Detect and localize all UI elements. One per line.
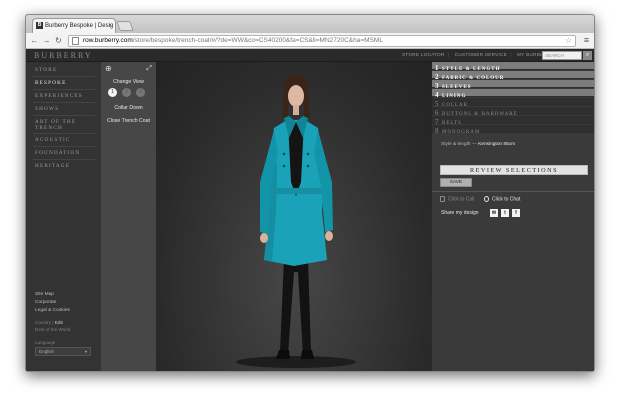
click-to-call-link[interactable]: Click to Call xyxy=(440,196,474,202)
nav-item-heritage[interactable]: HERITAGE xyxy=(35,163,70,169)
browser-window: B Burberry Bespoke | Desig × ← → ↻ row.bu… xyxy=(25,14,595,372)
language-value: English xyxy=(39,349,55,354)
fullscreen-icon[interactable]: ⤢ xyxy=(146,65,152,73)
view-panel: ⊕ ⤢ Change View 1 2 3 Collar Down Close … xyxy=(101,62,156,371)
chat-icon xyxy=(484,196,489,202)
tab-title: Burberry Bespoke | Desig xyxy=(45,23,114,29)
nav-item-store[interactable]: STORE xyxy=(35,67,57,73)
page-icon xyxy=(72,37,79,45)
search-input[interactable]: SEARCH xyxy=(542,51,582,60)
tab-close-icon[interactable]: × xyxy=(108,19,112,33)
step-collar[interactable]: 5 COLLAR xyxy=(432,98,594,108)
click-to-call-label: Click to Call xyxy=(448,196,475,203)
nav-item-experiences[interactable]: EXPERIENCES xyxy=(35,93,83,99)
nav-item-art-of-the-trench[interactable]: ART OF THE TRENCH xyxy=(35,119,76,131)
divider xyxy=(432,191,594,192)
left-navigation: STORE BESPOKE EXPERIENCES SHOWS ART OF T… xyxy=(26,62,101,371)
nav-item-acoustic[interactable]: ACOUSTIC xyxy=(35,137,71,143)
step-style-length[interactable]: 1 STYLE & LENGTH xyxy=(432,62,594,72)
burberry-logo[interactable]: BURBERRY xyxy=(34,51,93,60)
browser-tab[interactable]: B Burberry Bespoke | Desig × xyxy=(32,18,116,33)
nav-item-foundation[interactable]: FOUNDATION xyxy=(35,150,80,156)
nav-divider xyxy=(33,89,95,90)
site-header: BURBERRY STORE LOCATOR | CUSTOMER SERVICE… xyxy=(26,49,594,62)
configurator-panel: 1 STYLE & LENGTH 2 FABRIC & COLOUR 3 SLEEVE… xyxy=(432,62,594,371)
selection-summary: Style & length — Kensington 85cm xyxy=(441,142,515,147)
step-sleeves[interactable]: 3 SLEEVES xyxy=(432,80,594,90)
view-dot-2[interactable]: 2 xyxy=(122,88,131,97)
country-edit-link[interactable]: Edit xyxy=(55,320,63,325)
legal-cookies-link[interactable]: Legal & Cookies xyxy=(35,308,70,313)
summary-value: Kensington 85cm xyxy=(478,142,516,147)
reload-icon[interactable]: ↻ xyxy=(53,35,64,46)
step-lining[interactable]: 4 LINING xyxy=(432,89,594,99)
step-number: 8 xyxy=(435,127,440,135)
nav-divider xyxy=(33,76,95,77)
chevron-down-icon: ▾ xyxy=(84,349,87,354)
step-monogram[interactable]: 8 MONOGRAM xyxy=(432,125,594,135)
zoom-in-icon[interactable]: ⊕ xyxy=(105,65,112,73)
menu-icon[interactable]: ≡ xyxy=(581,35,592,46)
language-select[interactable]: English ▾ xyxy=(35,347,91,356)
model-trench-coat-image xyxy=(236,74,356,368)
search-icon[interactable]: ⌕ xyxy=(583,51,592,60)
view-dot-1[interactable]: 1 xyxy=(108,88,117,97)
country-label: Country xyxy=(35,320,52,325)
email-icon[interactable]: ✉ xyxy=(490,209,498,217)
language-label: Language xyxy=(35,340,56,345)
nav-item-shows[interactable]: SHOWS xyxy=(35,106,59,112)
share-label: Share my design xyxy=(441,210,479,216)
burberry-favicon-icon: B xyxy=(36,21,43,29)
twitter-icon[interactable]: t xyxy=(501,209,509,217)
browser-toolbar: ← → ↻ row.burberry.com/store/bespoke/tre… xyxy=(26,33,594,49)
review-selections-button[interactable]: REVIEW SELECTIONS xyxy=(440,165,588,175)
customer-service-link[interactable]: CUSTOMER SERVICE xyxy=(455,52,507,57)
address-bar[interactable]: row.burberry.com/store/bespoke/trench-co… xyxy=(68,35,576,47)
save-button[interactable]: SAVE xyxy=(440,178,472,187)
phone-icon xyxy=(440,196,445,202)
tab-strip: B Burberry Bespoke | Desig × xyxy=(26,15,594,33)
country-value: Rest of the World xyxy=(35,327,71,332)
nav-divider xyxy=(33,159,95,160)
summary-label: Style & length xyxy=(441,142,471,147)
new-tab-button[interactable] xyxy=(116,21,134,31)
nav-divider xyxy=(33,102,95,103)
header-links: STORE LOCATOR | CUSTOMER SERVICE | MY BURB… xyxy=(398,52,554,57)
nav-divider xyxy=(33,115,95,116)
nav-item-bespoke[interactable]: BESPOKE xyxy=(35,80,66,86)
header-separator: | xyxy=(510,52,512,57)
change-view-title: Change View xyxy=(113,79,144,85)
country-row: Country | Edit xyxy=(35,320,63,325)
facebook-icon[interactable]: f xyxy=(512,209,520,217)
product-stage xyxy=(156,62,432,371)
store-locator-link[interactable]: STORE LOCATOR xyxy=(402,52,445,57)
step-belts[interactable]: 7 BELTS xyxy=(432,116,594,126)
site-map-link[interactable]: Site Map xyxy=(35,292,54,297)
close-trench-coat-link[interactable]: Close Trench Coat xyxy=(101,118,156,124)
view-dot-3[interactable]: 3 xyxy=(136,88,145,97)
step-label: MONOGRAM xyxy=(442,130,481,135)
back-arrow-icon[interactable]: ← xyxy=(29,35,40,46)
step-buttons-hardware[interactable]: 6 BUTTONS & HARDWARE xyxy=(432,107,594,117)
click-to-chat-label: Click to Chat xyxy=(492,196,521,203)
header-separator: | xyxy=(447,52,450,57)
corporate-link[interactable]: Corporate xyxy=(35,300,56,305)
url-path: /store/bespoke/trench-coat/#/?de=WW&co=C… xyxy=(132,37,383,44)
bookmark-star-icon[interactable]: ☆ xyxy=(565,36,572,46)
step-fabric-colour[interactable]: 2 FABRIC & COLOUR xyxy=(432,71,594,81)
forward-arrow-icon[interactable]: → xyxy=(41,35,52,46)
click-to-chat-link[interactable]: Click to Chat xyxy=(484,196,520,202)
nav-divider xyxy=(33,133,95,134)
burberry-site: BURBERRY STORE LOCATOR | CUSTOMER SERVICE… xyxy=(26,49,594,371)
url-host: row.burberry.com xyxy=(83,37,133,44)
summary-dash: — xyxy=(471,142,477,147)
nav-divider xyxy=(33,146,95,147)
collar-down-link[interactable]: Collar Down xyxy=(101,105,156,111)
